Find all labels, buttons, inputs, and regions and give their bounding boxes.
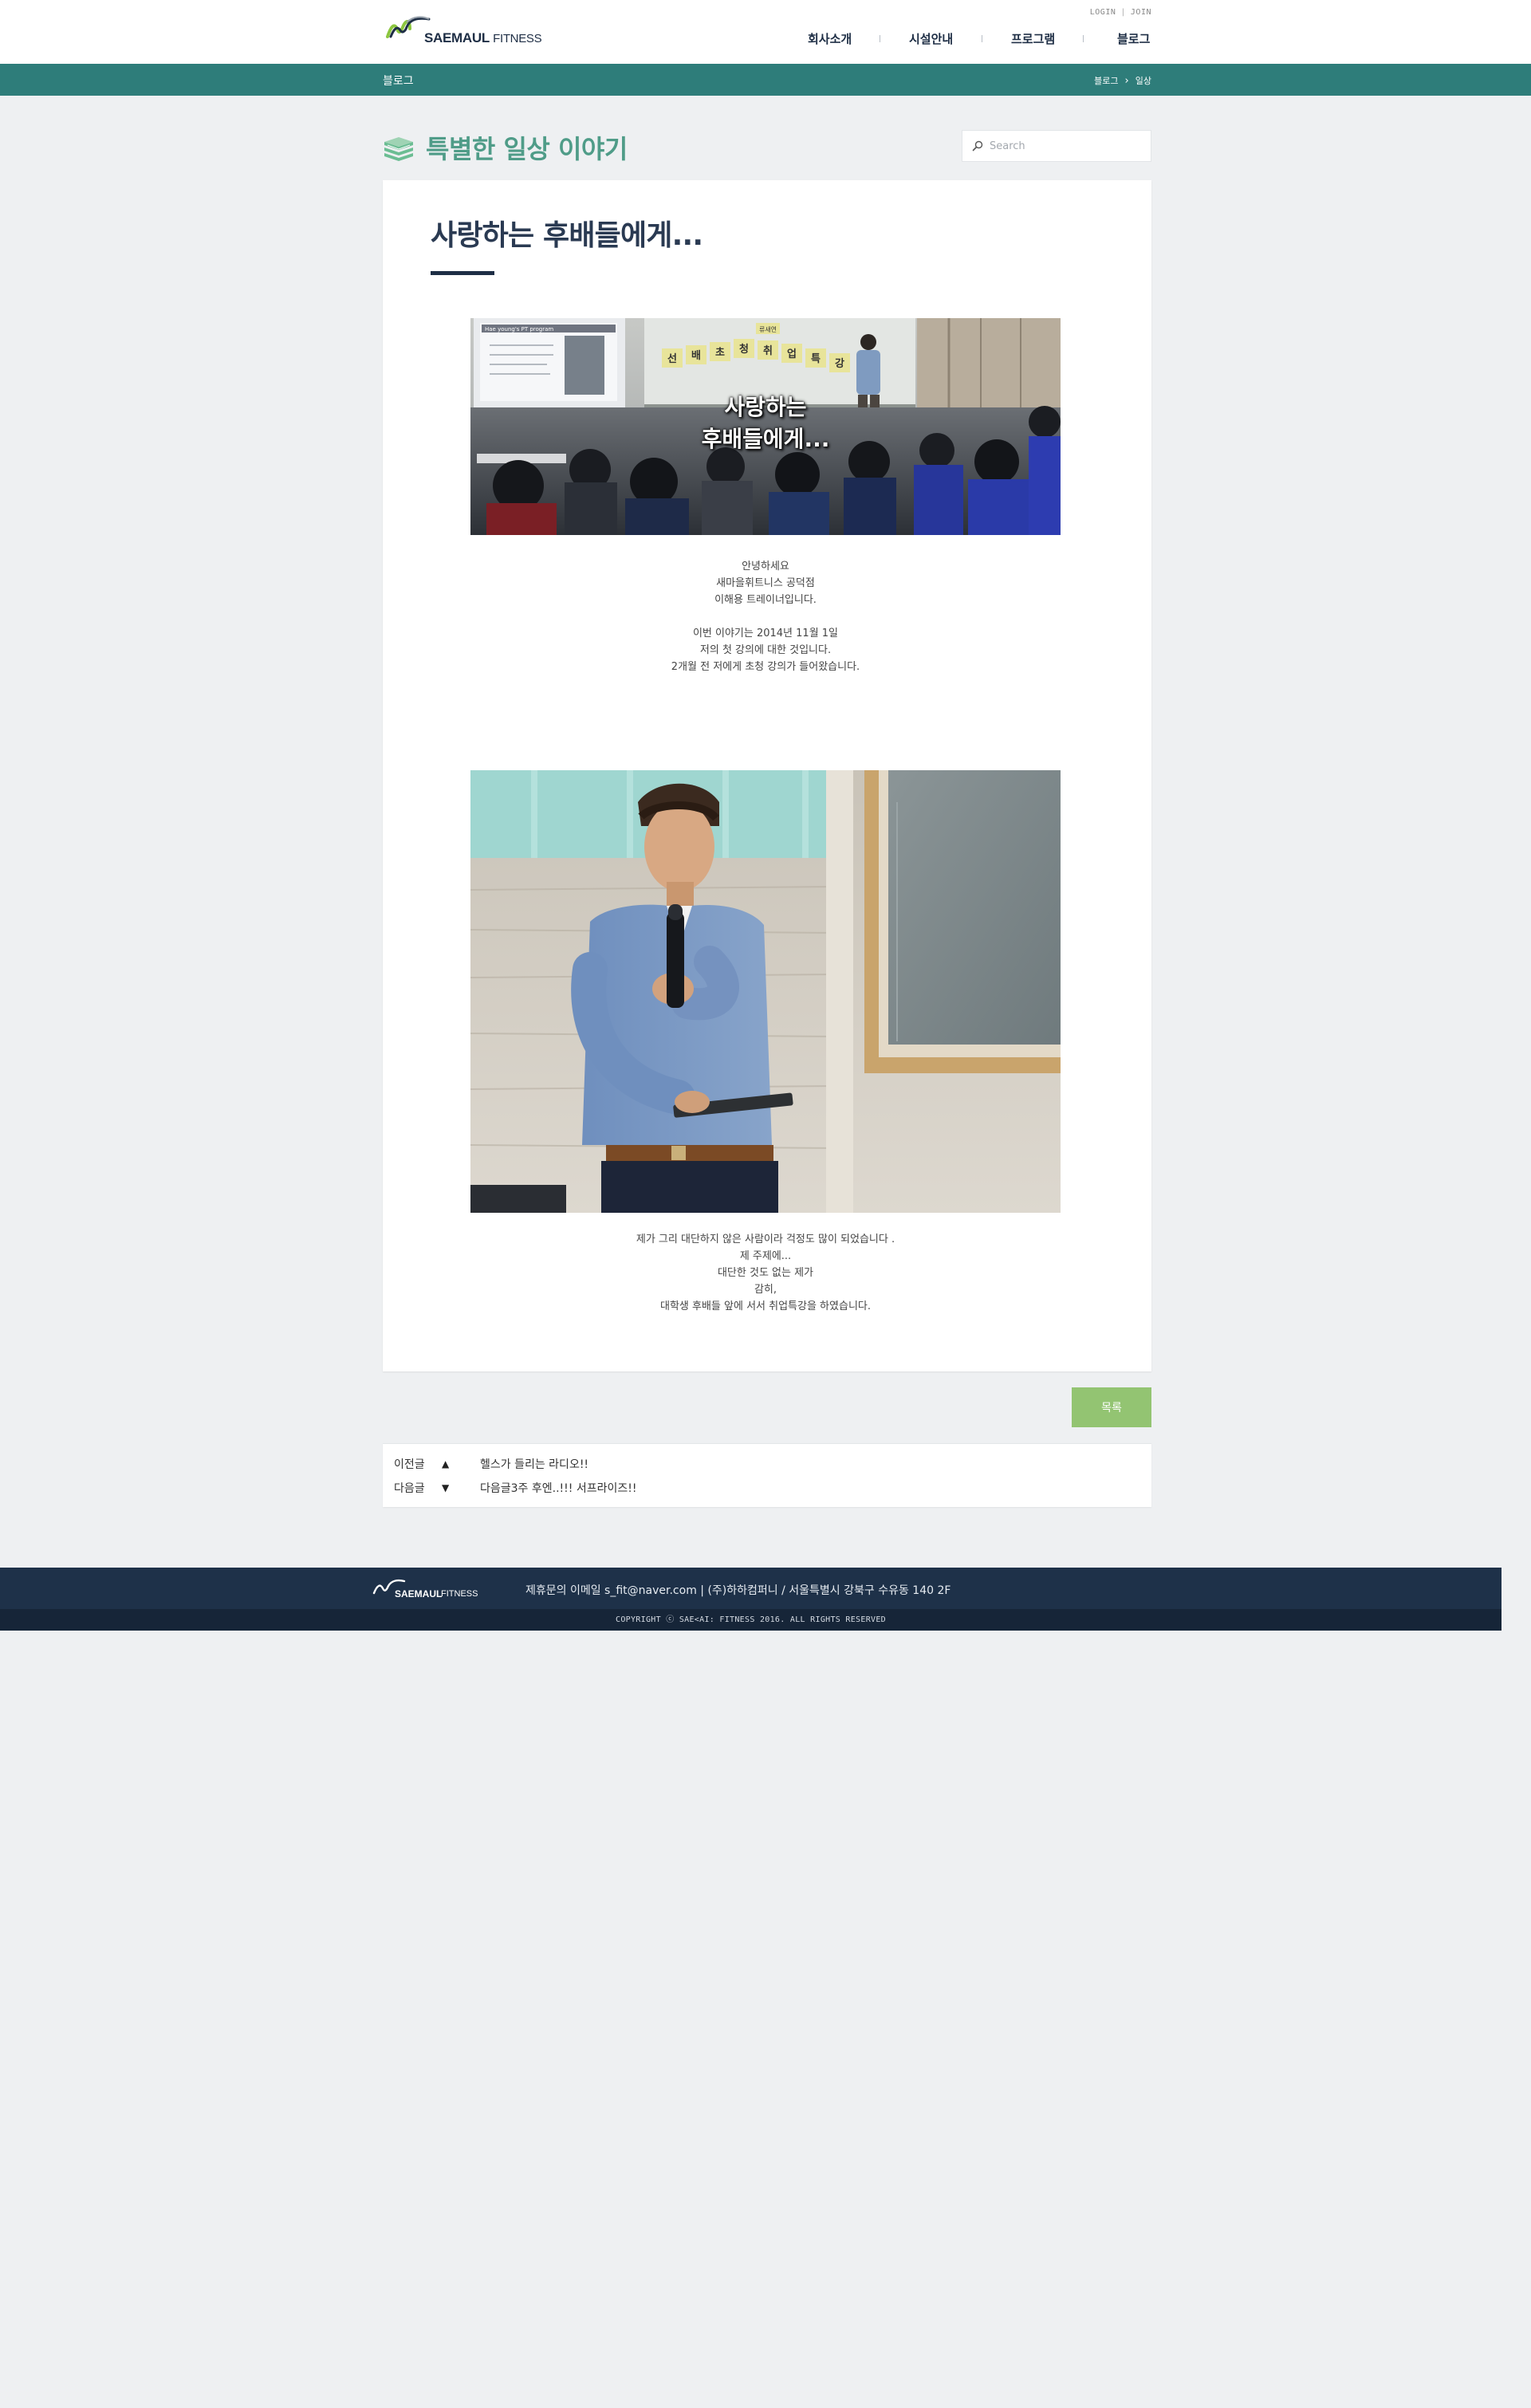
prev-post-row: 이전글 ▲ 헬스가 들리는 라디오!! [394, 1454, 588, 1474]
logo-brand-text: SAEMAUL [424, 30, 490, 45]
prev-post-label: 이전글 [394, 1458, 425, 1471]
prev-post-link[interactable]: 헬스가 들리는 라디오!! [480, 1456, 588, 1472]
svg-text:초: 초 [715, 347, 725, 359]
page-title-text: 특별한 일상 이야기 [426, 134, 628, 164]
post-navigation: 이전글 ▲ 헬스가 들리는 라디오!! 다음글 ▼ 다음글3주 후엔..!!! … [383, 1443, 1151, 1507]
svg-text:강: 강 [835, 357, 844, 370]
chevron-right-icon: › [1124, 74, 1129, 87]
svg-text:업: 업 [787, 348, 797, 360]
copyright: COPYRIGHT ⓒ SAE<AI: FITNESS 2016. ALL RI… [0, 1609, 1501, 1631]
title-underline [431, 271, 494, 275]
saemaul-fitness-logo[interactable]: SAEMAUL FITNESS [383, 13, 542, 51]
arrow-up-icon: ▲ [442, 1458, 450, 1470]
footer-logo-brand: SAEMAUL [395, 1588, 443, 1599]
breadcrumb-item-daily[interactable]: 일상 [1135, 74, 1151, 87]
lecture-hall-photo: Hae young's PT program 선 배 초 청 취 업 특 강 류… [470, 318, 1061, 535]
page-title: 특별한 일상 이야기 [383, 129, 628, 166]
svg-text:취: 취 [763, 344, 773, 357]
next-post-link[interactable]: 다음글3주 후엔..!!! 서프라이즈!! [480, 1480, 636, 1496]
logo-swoosh-icon [386, 16, 431, 38]
util-separator: | [1120, 8, 1126, 17]
search-icon[interactable] [972, 140, 983, 151]
post-paragraph-1: 안녕하세요 새마을휘트니스 공덕점 이해용 트레이너입니다. 이번 이야기는 2… [671, 561, 860, 673]
books-icon [384, 137, 413, 161]
svg-text:류새연: 류새연 [759, 326, 777, 333]
svg-text:청: 청 [739, 343, 749, 356]
join-link[interactable]: JOIN [1131, 8, 1151, 17]
footer-info: 제휴문의 이메일 s_fit@naver.com | (주)하하컴퍼니 / 서울… [525, 1584, 951, 1597]
image-caption: 사랑하는 후배들에게... [701, 394, 830, 452]
search-box [962, 130, 1151, 162]
post-paragraph-2: 제가 그리 대단하지 않은 사람이라 걱정도 많이 되었습니다 . 제 주제에.… [636, 1234, 895, 1312]
logo-sub-text: FITNESS [493, 32, 542, 45]
article-card: 사랑하는 후배들에게... Hae young's PT program 선 배… [383, 180, 1151, 1371]
footer-logo-sub: FITNESS [441, 1589, 478, 1599]
list-button[interactable]: 목록 [1072, 1387, 1151, 1427]
nav-item-facilities[interactable]: 시설안내 [909, 30, 953, 47]
breadcrumb: 블로그 › 일상 [1094, 74, 1151, 87]
breadcrumb-item-blog[interactable]: 블로그 [1094, 74, 1118, 87]
arrow-down-icon: ▼ [442, 1482, 450, 1493]
nav-separator [1083, 35, 1084, 42]
nav-item-program[interactable]: 프로그램 [1011, 30, 1055, 47]
site-header: SAEMAUL FITNESS LOGIN | JOIN 회사소개 시설안내 프로그… [0, 0, 1531, 64]
login-link[interactable]: LOGIN [1090, 8, 1116, 17]
nav-item-blog[interactable]: 블로그 [1117, 30, 1150, 47]
speaker-photo [470, 770, 1061, 1213]
slide-title: Hae young's PT program [485, 326, 553, 332]
svg-text:특: 특 [811, 353, 821, 365]
category-bar: 블로그 블로그 › 일상 [0, 64, 1531, 96]
category-label: 블로그 [383, 75, 414, 88]
next-post-label: 다음글 [394, 1482, 425, 1495]
svg-text:배: 배 [691, 349, 701, 362]
post-title: 사랑하는 후배들에게... [431, 219, 703, 252]
nav-item-company[interactable]: 회사소개 [808, 30, 852, 47]
search-input[interactable] [990, 140, 1141, 152]
site-footer: SAEMAUL FITNESS 제휴문의 이메일 s_fit@naver.com… [0, 1568, 1501, 1609]
util-links: LOGIN | JOIN [1090, 8, 1151, 17]
footer-logo: SAEMAUL FITNESS [371, 1577, 478, 1601]
svg-text:선: 선 [667, 352, 677, 365]
next-post-row: 다음글 ▼ 다음글3주 후엔..!!! 서프라이즈!! [394, 1477, 636, 1498]
